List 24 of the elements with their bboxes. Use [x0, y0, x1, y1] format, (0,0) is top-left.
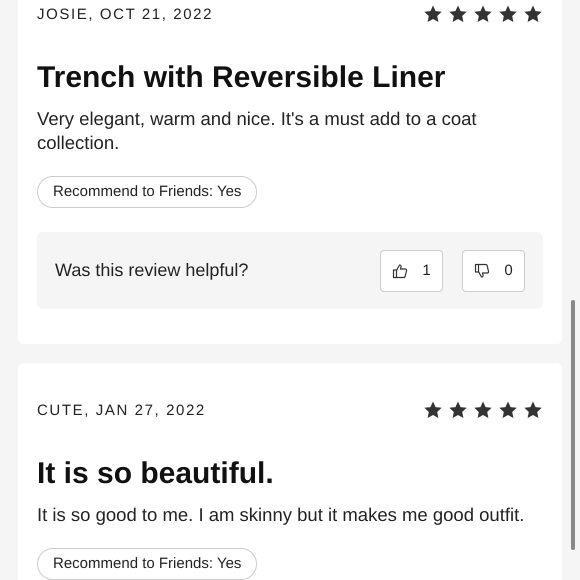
review-text: Very elegant, warm and nice. It's a must add to a coat collection. — [37, 107, 478, 155]
star-icon — [498, 400, 518, 420]
thumbs-down-icon — [474, 262, 490, 278]
review-title: It is so beautiful. — [37, 457, 275, 491]
reviewer-date: JOSIE, OCT 21, 2022 — [37, 6, 214, 22]
star-icon — [523, 4, 543, 24]
star-icon — [473, 400, 493, 420]
review-text: It is so good to me. I am skinny but it makes me good outfit. — [37, 503, 526, 527]
star-icon — [448, 4, 468, 24]
helpful-question: Was this review helpful? — [55, 260, 248, 281]
thumbs-up-button[interactable]: 1 — [380, 250, 443, 292]
recommend-tag: Recommend to Friends: Yes — [37, 176, 258, 208]
reviewer-date: CUTE, JAN 27, 2022 — [37, 402, 206, 418]
star-icon — [473, 4, 493, 24]
recommend-tag: Recommend to Friends: Yes — [37, 548, 258, 580]
star-icon — [523, 400, 543, 420]
star-icon — [423, 4, 443, 24]
thumbs-down-button[interactable]: 0 — [462, 250, 525, 292]
review-title: Trench with Reversible Liner — [37, 61, 446, 95]
thumbs-up-icon — [392, 262, 408, 278]
star-icon — [448, 400, 468, 420]
scrollbar[interactable] — [571, 300, 575, 550]
star-icon — [423, 400, 443, 420]
star-icon — [498, 4, 518, 24]
